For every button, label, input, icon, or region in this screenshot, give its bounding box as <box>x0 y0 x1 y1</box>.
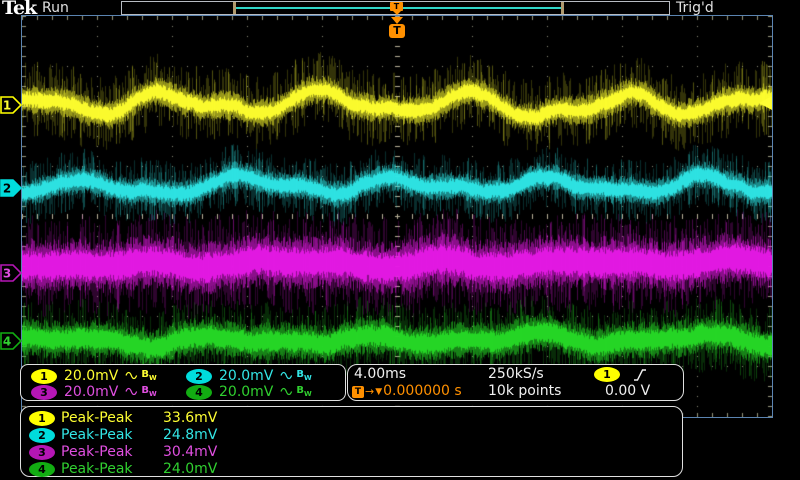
svg-text:3: 3 <box>3 267 11 281</box>
measurement-row: 3 Peak-Peak 30.4mV <box>29 444 217 460</box>
measurement-name: Peak-Peak <box>61 461 157 477</box>
measurement-name: Peak-Peak <box>61 444 157 460</box>
graticule-area <box>21 15 773 418</box>
bandwidth-limit-icon: BW <box>141 386 156 399</box>
channel-3-position-marker[interactable]: 3 <box>0 264 22 282</box>
svg-text:2: 2 <box>3 182 11 196</box>
trigger-position-t-icon: T <box>389 24 405 38</box>
trigger-position-marker[interactable]: T <box>389 17 405 38</box>
record-length: 10k points <box>488 384 561 399</box>
svg-text:1: 1 <box>3 99 11 113</box>
triangle-down-icon: ▼ <box>375 386 382 398</box>
ac-coupling-icon <box>280 370 293 381</box>
ac-coupling-icon <box>125 386 138 397</box>
channel-4-badge[interactable]: 4 <box>186 385 212 400</box>
measurement-name: Peak-Peak <box>61 427 157 443</box>
channel-4-badge: 4 <box>29 462 55 477</box>
measurement-name: Peak-Peak <box>61 410 157 426</box>
trigger-position-readout: T→▼0.000000 s <box>352 384 462 399</box>
rising-edge-icon <box>632 368 648 382</box>
measurement-row: 1 Peak-Peak 33.6mV <box>29 410 217 426</box>
horizontal-trigger-readout-box: 4.00ms 250kS/s 1 T→▼0.000000 s 10k point… <box>347 364 684 401</box>
measurement-row: 2 Peak-Peak 24.8mV <box>29 427 217 443</box>
channel-4-scale: 20.0mV <box>219 385 273 399</box>
channel-1-scale: 20.0mV <box>64 369 118 383</box>
bandwidth-limit-icon: BW <box>296 370 311 383</box>
channel-2-badge[interactable]: 2 <box>186 369 212 384</box>
trigger-source-badge-wrap: 1 <box>594 367 620 382</box>
trigger-position-arrow-icon <box>391 17 403 24</box>
trigger-source-badge[interactable]: 1 <box>594 367 620 382</box>
trigger-position-value: 0.000000 s <box>383 384 462 399</box>
channel-readout-box: 1 20.0mV BW 2 20.0mV BW 3 20.0mV <box>20 364 346 401</box>
acquisition-status: Run <box>42 0 69 16</box>
bandwidth-limit-icon: BW <box>296 386 311 399</box>
sample-rate: 250kS/s <box>488 367 544 382</box>
channel-3-scale: 20.0mV <box>64 385 118 399</box>
trigger-t-icon: T <box>352 386 364 398</box>
ac-coupling-icon <box>280 386 293 397</box>
trigger-level-arrow[interactable] <box>759 96 772 110</box>
channel-1-badge[interactable]: 1 <box>31 369 57 384</box>
svg-text:4: 4 <box>3 335 11 349</box>
waveform-display[interactable] <box>22 16 772 417</box>
channel-1-position-marker[interactable]: 1 <box>0 96 22 114</box>
channel-2-scale: 20.0mV <box>219 369 273 383</box>
measurement-value: 24.8mV <box>163 427 217 443</box>
horizontal-scale: 4.00ms <box>354 367 406 382</box>
channel-1-badge: 1 <box>29 411 55 426</box>
ac-coupling-icon <box>125 370 138 381</box>
channel-3-badge[interactable]: 3 <box>31 385 57 400</box>
trigger-status: Trig'd <box>676 0 714 16</box>
measurement-row: 4 Peak-Peak 24.0mV <box>29 461 217 477</box>
arrow-right-icon: → <box>365 386 374 398</box>
channel-2-badge: 2 <box>29 428 55 443</box>
channel-3-badge: 3 <box>29 445 55 460</box>
trigger-level-value: 0.00 V <box>605 384 650 399</box>
oscilloscope-screen: Tek Run Trig'd T T 1 2 3 <box>0 0 800 480</box>
measurement-value: 30.4mV <box>163 444 217 460</box>
record-trigger-flag[interactable]: T <box>390 2 403 15</box>
measurements-panel: 1 Peak-Peak 33.6mV 2 Peak-Peak 24.8mV 3 … <box>20 406 683 477</box>
measurement-value: 33.6mV <box>163 410 217 426</box>
channel-4-position-marker[interactable]: 4 <box>0 332 22 350</box>
trigger-t-icon: T <box>390 2 403 11</box>
channel-2-position-marker[interactable]: 2 <box>0 179 22 197</box>
bandwidth-limit-icon: BW <box>141 370 156 383</box>
measurement-value: 24.0mV <box>163 461 217 477</box>
record-window-bracket-right[interactable] <box>561 2 564 14</box>
